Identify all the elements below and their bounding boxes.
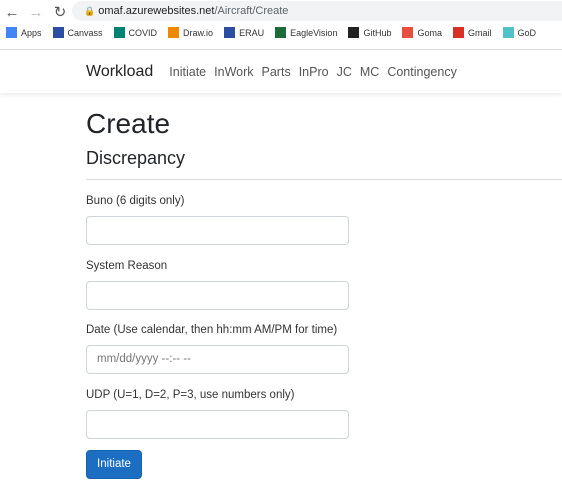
bookmark-github[interactable]: GitHub <box>348 27 391 38</box>
bookmark-label: ERAU <box>239 27 265 38</box>
nav-parts[interactable]: Parts <box>262 65 291 79</box>
bookmark-icon <box>52 27 64 38</box>
bookmark-god[interactable]: GoD <box>502 27 537 38</box>
bookmark-goma[interactable]: Goma <box>402 27 442 38</box>
bookmark-apps[interactable]: Apps <box>6 27 42 38</box>
bookmark-icon <box>502 27 514 38</box>
bookmark-eaglevision[interactable]: EagleVision <box>275 27 337 38</box>
nav-jc[interactable]: JC <box>337 65 352 79</box>
bookmark-label: Gmail <box>467 27 492 38</box>
bookmark-label: GoD <box>517 27 537 38</box>
bookmark-erau[interactable]: ERAU <box>224 27 264 38</box>
system-reason-label: System Reason <box>86 260 168 272</box>
page-subtitle: Discrepancy <box>86 148 186 168</box>
bookmark-icon <box>402 27 414 38</box>
divider <box>86 179 562 180</box>
udp-label: UDP (U=1, D=2, P=3, use numbers only) <box>86 389 295 401</box>
bookmark-label: Apps <box>21 27 42 38</box>
brand-link[interactable]: Workload <box>86 63 153 81</box>
bookmark-label: COVID <box>128 27 158 38</box>
system-reason-input[interactable] <box>86 281 349 310</box>
bookmarks-bar: Apps Canvass COVID Draw.io ERAU EagleVision Gi… <box>6 27 536 38</box>
bookmark-label: GitHub <box>363 27 392 38</box>
date-label: Date (Use calendar, then hh:mm AM/PM for… <box>86 324 338 336</box>
buno-input[interactable] <box>86 216 349 245</box>
page-title: Create <box>86 108 171 139</box>
buno-label: Buno (6 digits only) <box>86 195 185 207</box>
reload-icon[interactable]: ↻ <box>48 3 72 21</box>
bookmark-covid[interactable]: COVID <box>113 27 158 38</box>
forward-icon[interactable]: → <box>24 4 48 21</box>
bookmark-icon <box>224 27 236 38</box>
nav-contingency[interactable]: Contingency <box>387 65 457 79</box>
bookmark-icon <box>168 27 180 38</box>
lock-icon: 🔒 <box>84 6 96 16</box>
bookmark-label: Draw.io <box>183 27 214 38</box>
address-bar[interactable]: 🔒 omaf.azurewebsites.net/Aircraft/Create <box>72 1 562 21</box>
bookmark-icon <box>113 27 125 38</box>
browser-chrome: ← → ↻ 🔒 omaf.azurewebsites.net/Aircraft/… <box>0 0 562 50</box>
bookmark-drawio[interactable]: Draw.io <box>168 27 213 38</box>
nav-inpro[interactable]: InPro <box>299 65 329 79</box>
back-icon[interactable]: ← <box>0 4 24 21</box>
udp-input[interactable] <box>86 410 349 439</box>
initiate-button[interactable]: Initiate <box>86 450 142 479</box>
date-input[interactable]: mm/dd/yyyy --:-- -- <box>86 345 349 374</box>
bookmark-icon <box>275 27 287 38</box>
bookmark-icon <box>452 27 464 38</box>
bookmark-label: Canvass <box>67 27 103 38</box>
nav-initiate[interactable]: Initiate <box>169 65 206 79</box>
bookmark-canvass[interactable]: Canvass <box>52 27 103 38</box>
bookmark-icon <box>348 27 360 38</box>
bookmark-label: EagleVision <box>290 27 338 38</box>
nav-mc[interactable]: MC <box>360 65 379 79</box>
nav-inwork[interactable]: InWork <box>214 65 253 79</box>
bookmark-gmail[interactable]: Gmail <box>452 27 492 38</box>
bookmark-label: Goma <box>417 27 442 38</box>
navbar: Workload Initiate InWork Parts InPro JC … <box>0 51 562 93</box>
bookmark-icon <box>6 27 17 38</box>
